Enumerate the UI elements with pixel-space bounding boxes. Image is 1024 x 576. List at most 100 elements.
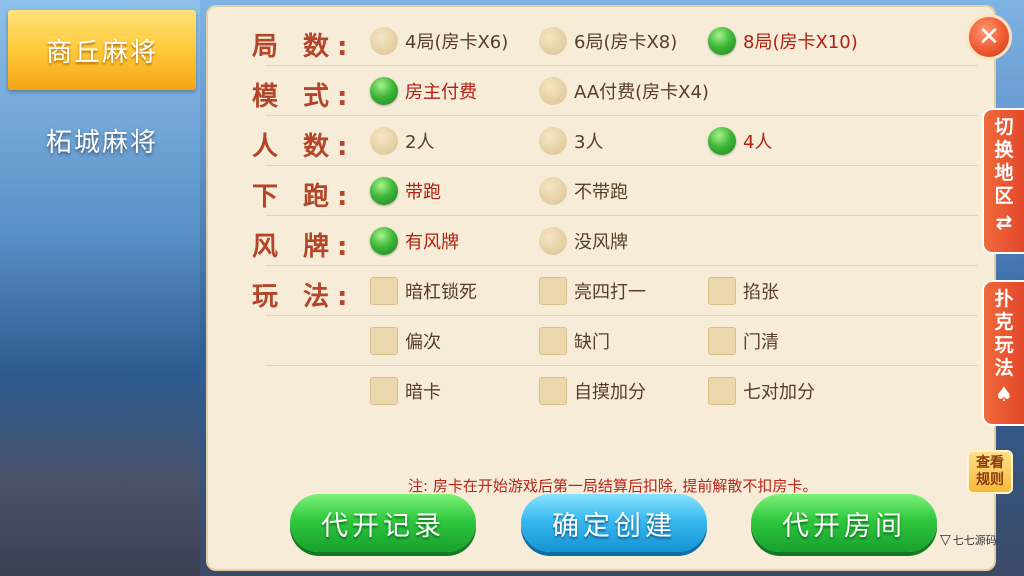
- players-option-2[interactable]: 2人: [370, 116, 434, 166]
- xiapao-label: 下 跑:: [252, 182, 356, 212]
- wind-option-without[interactable]: 没风牌: [539, 216, 628, 266]
- option-label: 掐张: [743, 282, 779, 303]
- button-label: 确定创建: [552, 510, 676, 542]
- option-label: 不带跑: [574, 182, 628, 203]
- option-label: 亮四打一: [574, 282, 646, 303]
- checkbox-icon: [539, 377, 567, 405]
- rounds-label: 局 数:: [252, 32, 356, 62]
- rounds-row: 局 数: 4局(房卡X6) 6局(房卡X8) 8局(房卡X10): [208, 16, 988, 66]
- option-label: 七对加分: [743, 382, 815, 403]
- checkbox-icon: [539, 277, 567, 305]
- room-card-note: 注: 房卡在开始游戏后第一局结算后扣除, 提前解散不扣房卡。: [408, 477, 818, 495]
- rules-label: 玩 法:: [252, 282, 356, 312]
- rule-checkbox-zimo[interactable]: 自摸加分: [539, 366, 646, 416]
- switch-region-tab[interactable]: 切换地区 ⇄: [982, 108, 1024, 254]
- mode-option-host[interactable]: 房主付费: [370, 66, 477, 116]
- checkbox-icon: [370, 327, 398, 355]
- watermark: ▽ 七七源码: [940, 532, 997, 548]
- rule-checkbox-quemen[interactable]: 缺门: [539, 316, 610, 366]
- sidebar-item-label: 商丘麻将: [45, 37, 158, 68]
- poker-games-label: 扑克玩法: [994, 288, 1014, 379]
- option-label: 暗杠锁死: [405, 282, 477, 303]
- radio-icon: [539, 227, 567, 255]
- rule-checkbox-angang[interactable]: 暗杠锁死: [370, 266, 477, 316]
- view-rules-button[interactable]: 查看规则: [967, 450, 1013, 494]
- players-label: 人 数:: [252, 132, 356, 162]
- watermark-text: 七七源码: [952, 534, 997, 547]
- radio-icon: [539, 27, 567, 55]
- radio-icon: [370, 127, 398, 155]
- radio-selected-icon: [370, 177, 398, 205]
- playing-card-icon: ♠: [995, 382, 1013, 406]
- button-label: 代开房间: [782, 510, 906, 542]
- xiapao-row: 下 跑: 带跑 不带跑: [208, 166, 988, 216]
- players-row: 人 数: 2人 3人 4人: [208, 116, 988, 166]
- checkbox-icon: [708, 377, 736, 405]
- players-option-4[interactable]: 4人: [708, 116, 772, 166]
- rule-checkbox-qiazhang[interactable]: 掐张: [708, 266, 779, 316]
- checkbox-icon: [539, 327, 567, 355]
- rounds-option-4[interactable]: 4局(房卡X6): [370, 16, 508, 66]
- proxy-open-room-button[interactable]: 代开房间: [751, 494, 937, 552]
- mode-label: 模 式:: [252, 82, 356, 112]
- sidebar-item-shangqiu[interactable]: 商丘麻将: [8, 10, 196, 90]
- view-rules-label: 查看规则: [976, 455, 1004, 488]
- proxy-record-button[interactable]: 代开记录: [290, 494, 476, 552]
- rule-checkbox-menqing[interactable]: 门清: [708, 316, 779, 366]
- option-label: 3人: [574, 132, 604, 153]
- switch-region-label: 切换地区: [994, 116, 1014, 207]
- option-label: 暗卡: [405, 382, 441, 403]
- close-button[interactable]: ✕: [966, 14, 1012, 60]
- option-label: 自摸加分: [574, 382, 646, 403]
- radio-icon: [539, 77, 567, 105]
- wind-row: 风 牌: 有风牌 没风牌: [208, 216, 988, 266]
- option-label: 偏次: [405, 332, 441, 353]
- sidebar-item-label: 柘城麻将: [45, 127, 158, 158]
- option-label: 房主付费: [405, 82, 477, 103]
- rule-checkbox-pianci[interactable]: 偏次: [370, 316, 441, 366]
- rules-row-1: 玩 法: 暗杠锁死 亮四打一 掐张: [208, 266, 988, 316]
- option-label: AA付费(房卡X4): [574, 82, 709, 103]
- option-label: 门清: [743, 332, 779, 353]
- option-label: 4局(房卡X6): [405, 32, 509, 53]
- radio-icon: [539, 127, 567, 155]
- radio-selected-icon: [370, 227, 398, 255]
- xiapao-option-with[interactable]: 带跑: [370, 166, 441, 216]
- rules-row-3: 暗卡 自摸加分 七对加分: [208, 366, 988, 416]
- xiapao-option-without[interactable]: 不带跑: [539, 166, 628, 216]
- rounds-option-8[interactable]: 8局(房卡X10): [708, 16, 858, 66]
- option-label: 2人: [405, 132, 435, 153]
- radio-selected-icon: [708, 27, 736, 55]
- players-option-3[interactable]: 3人: [539, 116, 603, 166]
- rule-checkbox-anka[interactable]: 暗卡: [370, 366, 441, 416]
- rounds-option-6[interactable]: 6局(房卡X8): [539, 16, 677, 66]
- poker-games-tab[interactable]: 扑克玩法 ♠: [982, 280, 1024, 426]
- wind-label: 风 牌:: [252, 232, 356, 262]
- checkbox-icon: [708, 277, 736, 305]
- swap-arrows-icon: ⇄: [995, 210, 1013, 234]
- close-icon: ✕: [978, 22, 1000, 52]
- radio-selected-icon: [708, 127, 736, 155]
- confirm-create-button[interactable]: 确定创建: [521, 494, 707, 552]
- option-label: 带跑: [405, 182, 441, 203]
- rule-checkbox-liangsi[interactable]: 亮四打一: [539, 266, 646, 316]
- rule-checkbox-qidui[interactable]: 七对加分: [708, 366, 815, 416]
- option-label: 缺门: [574, 332, 610, 353]
- radio-icon: [370, 27, 398, 55]
- radio-icon: [539, 177, 567, 205]
- mode-row: 模 式: 房主付费 AA付费(房卡X4): [208, 66, 988, 116]
- radio-selected-icon: [370, 77, 398, 105]
- option-label: 有风牌: [405, 232, 459, 253]
- option-label: 4人: [743, 132, 773, 153]
- rules-row-2: 偏次 缺门 门清: [208, 316, 988, 366]
- mode-option-aa[interactable]: AA付费(房卡X4): [539, 66, 709, 116]
- wind-option-with[interactable]: 有风牌: [370, 216, 459, 266]
- sidebar-item-zhecheng[interactable]: 柘城麻将: [8, 100, 196, 180]
- button-label: 代开记录: [321, 510, 445, 542]
- region-sidebar: 商丘麻将 柘城麻将: [0, 0, 200, 576]
- room-settings-panel: 局 数: 4局(房卡X6) 6局(房卡X8) 8局(房卡X10) 模 式: 房主…: [206, 5, 996, 571]
- checkbox-icon: [708, 327, 736, 355]
- option-label: 没风牌: [574, 232, 628, 253]
- option-label: 8局(房卡X10): [743, 32, 858, 53]
- logo-triangle-icon: ▽: [940, 532, 951, 548]
